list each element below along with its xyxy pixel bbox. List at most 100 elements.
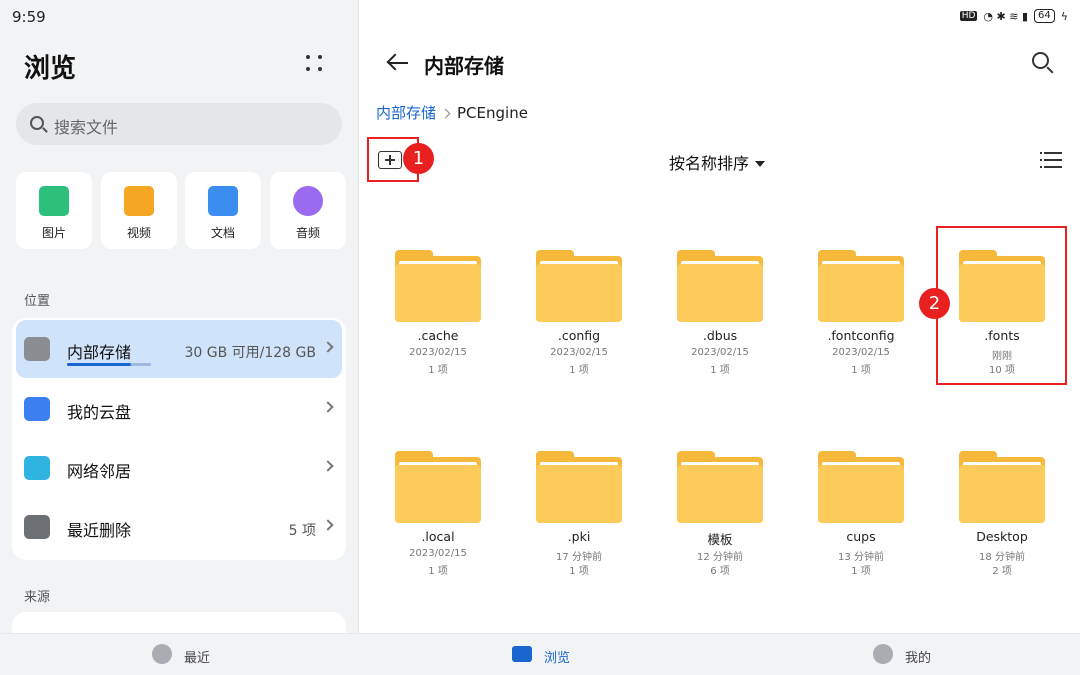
sidebar-item-internal-storage[interactable]: 内部存储 30 GB 可用/128 GB: [16, 320, 342, 378]
folder-name: 模板: [707, 532, 733, 547]
folder-item[interactable]: 模板 12 分钟前 6 项: [660, 451, 780, 601]
folder-date: 2023/02/15: [832, 347, 890, 358]
folder-count: 1 项: [428, 566, 448, 577]
trash-icon: [24, 515, 50, 539]
chevron-right-icon: [440, 108, 451, 119]
chevron-right-icon: [322, 519, 334, 531]
new-folder-icon: [378, 151, 402, 169]
folder-count: 1 项: [851, 365, 871, 376]
folder-count: 2 项: [992, 566, 1012, 577]
category-label: 图片: [41, 226, 66, 240]
category-videos[interactable]: 视频: [101, 172, 177, 249]
folder-date: 2023/02/15: [409, 548, 467, 559]
list-view-icon[interactable]: [1040, 151, 1064, 169]
folder-count: 1 项: [851, 566, 871, 577]
storage-capacity: 30 GB 可用/128 GB: [184, 345, 316, 361]
hd-icon: HD: [959, 11, 978, 21]
status-bar: HD ◔ ✱ ≋ ▮ 64 ϟ: [959, 8, 1068, 24]
category-label: 音频: [295, 226, 320, 240]
folder-item[interactable]: Desktop 18 分钟前 2 项: [942, 451, 1062, 601]
search-icon: [30, 116, 44, 130]
breadcrumb-internal-storage[interactable]: 内部存储: [376, 104, 436, 122]
storage-usage-bar: [67, 363, 151, 366]
folder-item[interactable]: .cache 2023/02/15 1 项: [378, 250, 498, 400]
folder-name: Desktop: [976, 529, 1028, 544]
sources-heading: 来源: [24, 590, 51, 605]
folder-icon: [677, 250, 763, 322]
category-audio[interactable]: 音频: [270, 172, 346, 249]
sidebar-item-label: 网络邻居: [67, 462, 132, 481]
folder-date: 刚刚: [992, 351, 1012, 362]
phone-storage-icon: [24, 337, 50, 361]
folder-count: 6 项: [710, 566, 730, 577]
folder-icon: [536, 451, 622, 523]
folder-icon: [395, 451, 481, 523]
sidebar: 9:59 浏览 搜索文件 图片 视频 文档 音频 位置 内部存储 30 GB 可…: [0, 0, 358, 633]
folder-name: .fontconfig: [827, 328, 895, 343]
folder-item[interactable]: .config 2023/02/15 1 项: [519, 250, 639, 400]
folder-item-fonts[interactable]: .fonts 刚刚 10 项: [942, 250, 1062, 400]
folder-item[interactable]: .pki 17 分钟前 1 项: [519, 451, 639, 601]
breadcrumb-pcengine: PCEngine: [457, 104, 528, 122]
sort-label: 按名称排序: [669, 154, 750, 173]
folder-item[interactable]: .fontconfig 2023/02/15 1 项: [801, 250, 921, 400]
page-title: 浏览: [24, 54, 77, 84]
dropdown-triangle-icon: [755, 161, 766, 167]
sidebar-item-cloud-drive[interactable]: 我的云盘: [16, 380, 342, 438]
search-icon[interactable]: [1032, 52, 1054, 74]
folder-item[interactable]: cups 13 分钟前 1 项: [801, 451, 921, 601]
folder-date: 12 分钟前: [697, 552, 743, 563]
sidebar-item-label: 最近删除: [67, 521, 132, 540]
folder-icon: [512, 646, 532, 662]
category-documents[interactable]: 文档: [185, 172, 261, 249]
clock-icon: [152, 644, 172, 664]
panel-divider: [358, 0, 359, 633]
image-icon: [39, 186, 69, 216]
folder-name: .cache: [417, 328, 459, 343]
sidebar-item-network[interactable]: 网络邻居: [16, 439, 342, 497]
tab-label: 我的: [905, 651, 932, 666]
search-input[interactable]: 搜索文件: [16, 103, 342, 145]
bottom-nav: 最近 浏览 我的: [0, 633, 1080, 675]
category-label: 文档: [210, 226, 235, 240]
folder-icon: [395, 250, 481, 322]
folder-icon: [677, 451, 763, 523]
battery-icon: 64: [1034, 9, 1055, 23]
user-icon: [873, 644, 893, 664]
sidebar-item-recently-deleted[interactable]: 最近删除 5 项: [16, 498, 342, 556]
sort-dropdown[interactable]: 按名称排序: [669, 150, 766, 174]
back-arrow-icon[interactable]: [386, 52, 410, 74]
status-time: 9:59: [12, 8, 46, 26]
charging-icon: ϟ: [1060, 9, 1068, 23]
tab-label: 最近: [184, 651, 211, 666]
folder-date: 2023/02/15: [691, 347, 749, 358]
breadcrumb: 内部存储 PCEngine: [376, 102, 528, 123]
folder-date: 18 分钟前: [979, 552, 1025, 563]
folder-name: .pki: [567, 529, 591, 544]
locations-heading: 位置: [24, 294, 51, 309]
category-label: 视频: [126, 226, 151, 240]
chevron-right-icon: [322, 401, 334, 413]
more-options-icon[interactable]: [298, 48, 330, 78]
document-icon: [208, 186, 238, 216]
search-placeholder: 搜索文件: [54, 118, 119, 137]
folder-count: 10 项: [989, 365, 1015, 376]
folder-date: 13 分钟前: [838, 552, 884, 563]
category-images[interactable]: 图片: [16, 172, 92, 249]
sources-card[interactable]: [12, 612, 346, 633]
folder-item[interactable]: .local 2023/02/15 1 项: [378, 451, 498, 601]
folder-icon: [959, 451, 1045, 523]
folder-date: 17 分钟前: [556, 552, 602, 563]
folder-name: .local: [421, 529, 455, 544]
folder-item[interactable]: .dbus 2023/02/15 1 项: [660, 250, 780, 400]
folder-date: 2023/02/15: [550, 347, 608, 358]
folder-count: 1 项: [569, 566, 589, 577]
chevron-right-icon: [322, 460, 334, 472]
step-badge-1: 1: [403, 143, 434, 174]
video-icon: [124, 186, 154, 216]
chevron-right-icon: [322, 341, 334, 353]
folder-count: 1 项: [710, 365, 730, 376]
signal-icon: ◔ ✱ ≋ ▮: [983, 9, 1028, 23]
folder-name: cups: [846, 529, 876, 544]
deleted-count: 5 项: [288, 523, 316, 539]
